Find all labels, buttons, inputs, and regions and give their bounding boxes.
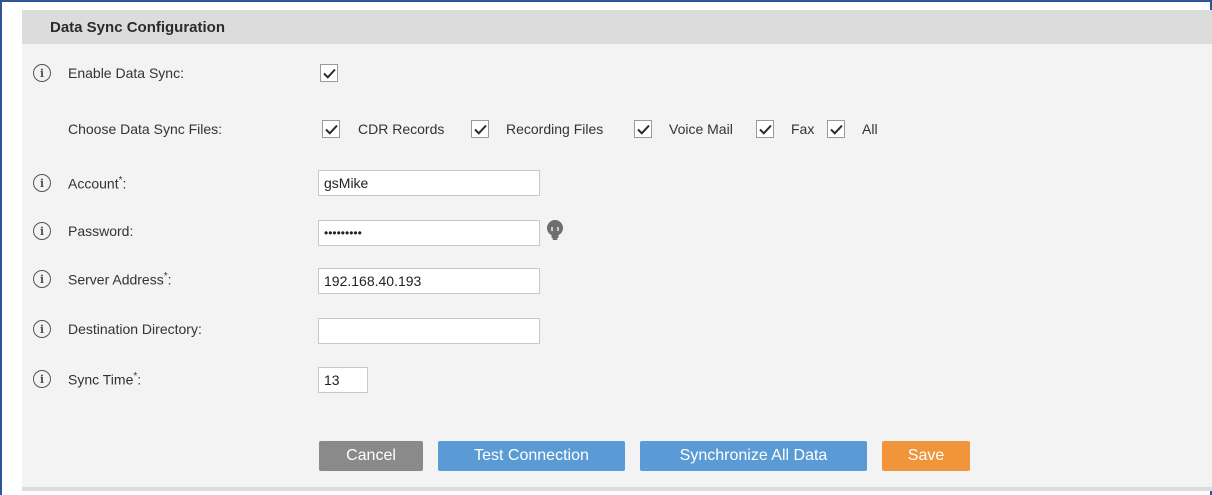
info-icon[interactable]: i <box>33 64 51 82</box>
sync-time-label-text: Sync Time <box>68 371 134 388</box>
info-icon[interactable]: i <box>33 270 51 288</box>
all-checkbox[interactable] <box>827 120 845 138</box>
enable-data-sync-label: Enable Data Sync: <box>68 65 184 81</box>
cancel-button[interactable]: Cancel <box>319 441 423 471</box>
checkmark-icon <box>473 124 487 135</box>
password-input[interactable]: ••••••••• <box>318 220 540 246</box>
voice-mail-checkbox[interactable] <box>634 120 652 138</box>
panel-header: Data Sync Configuration <box>22 10 1212 44</box>
password-label: Password: <box>68 223 134 239</box>
save-button[interactable]: Save <box>882 441 970 471</box>
checkmark-icon <box>324 124 338 135</box>
account-label: Account*: <box>68 175 126 192</box>
checkmark-icon <box>322 68 336 79</box>
frame-border-top <box>0 0 1212 2</box>
recording-files-label: Recording Files <box>506 121 604 137</box>
destination-directory-label: Destination Directory: <box>68 321 202 337</box>
sync-time-input[interactable] <box>318 367 368 393</box>
account-input[interactable] <box>318 170 540 196</box>
fax-label: Fax <box>791 121 815 137</box>
window-frame: Data Sync Configuration i Enable Data Sy… <box>0 0 1212 495</box>
show-password-icon[interactable] <box>544 219 566 241</box>
choose-files-label: Choose Data Sync Files: <box>68 121 223 137</box>
checkmark-icon <box>758 124 772 135</box>
cdr-records-checkbox[interactable] <box>322 120 340 138</box>
account-label-text: Account <box>68 175 119 192</box>
all-label: All <box>862 121 878 137</box>
info-icon[interactable]: i <box>33 370 51 388</box>
synchronize-all-data-button[interactable]: Synchronize All Data <box>640 441 867 471</box>
info-icon[interactable]: i <box>33 320 51 338</box>
cdr-records-label: CDR Records <box>358 121 445 137</box>
data-sync-panel: Data Sync Configuration i Enable Data Sy… <box>22 10 1212 491</box>
info-icon[interactable]: i <box>33 174 51 192</box>
voice-mail-label: Voice Mail <box>669 121 733 137</box>
test-connection-button[interactable]: Test Connection <box>438 441 625 471</box>
panel-footer-bar <box>22 487 1212 491</box>
sync-time-label: Sync Time*: <box>68 371 141 388</box>
label-colon: : <box>122 175 127 192</box>
server-address-input[interactable] <box>318 268 540 294</box>
enable-data-sync-checkbox[interactable] <box>320 64 338 82</box>
recording-files-checkbox[interactable] <box>471 120 489 138</box>
destination-directory-input[interactable] <box>318 318 540 344</box>
checkmark-icon <box>829 124 843 135</box>
checkmark-icon <box>636 124 650 135</box>
label-colon: : <box>167 271 172 288</box>
label-colon: : <box>137 371 142 388</box>
fax-checkbox[interactable] <box>756 120 774 138</box>
panel-title: Data Sync Configuration <box>50 19 226 36</box>
server-address-label: Server Address*: <box>68 271 172 288</box>
server-address-label-text: Server Address <box>68 271 164 288</box>
info-icon[interactable]: i <box>33 222 51 240</box>
frame-border-left <box>0 0 2 495</box>
